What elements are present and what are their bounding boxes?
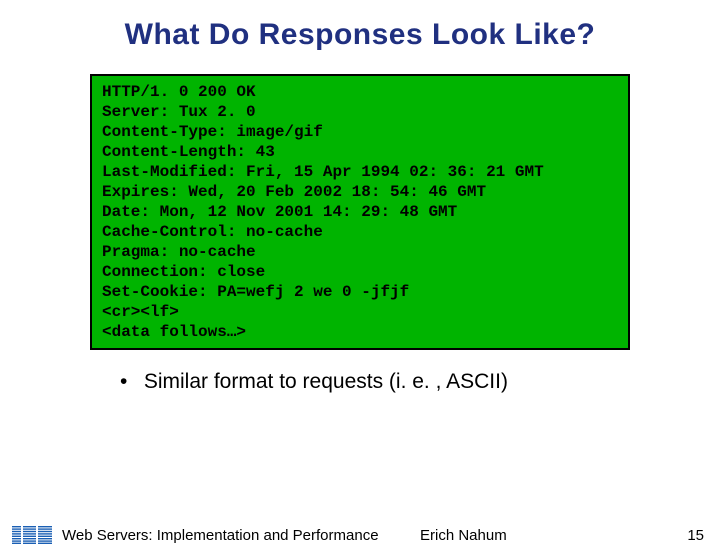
slide-title: What Do Responses Look Like? xyxy=(0,18,720,52)
bullet-item: • Similar format to requests (i. e. , AS… xyxy=(120,370,720,394)
footer-page-number: 15 xyxy=(687,527,704,544)
http-response-text: HTTP/1. 0 200 OK Server: Tux 2. 0 Conten… xyxy=(102,82,618,342)
bullet-text: Similar format to requests (i. e. , ASCI… xyxy=(144,370,508,393)
footer-title: Web Servers: Implementation and Performa… xyxy=(62,527,379,544)
bullet-mark: • xyxy=(120,370,138,394)
ibm-logo-icon xyxy=(12,526,52,544)
http-response-codebox: HTTP/1. 0 200 OK Server: Tux 2. 0 Conten… xyxy=(90,74,630,350)
slide-footer: Web Servers: Implementation and Performa… xyxy=(0,526,720,544)
footer-author: Erich Nahum xyxy=(420,527,507,544)
